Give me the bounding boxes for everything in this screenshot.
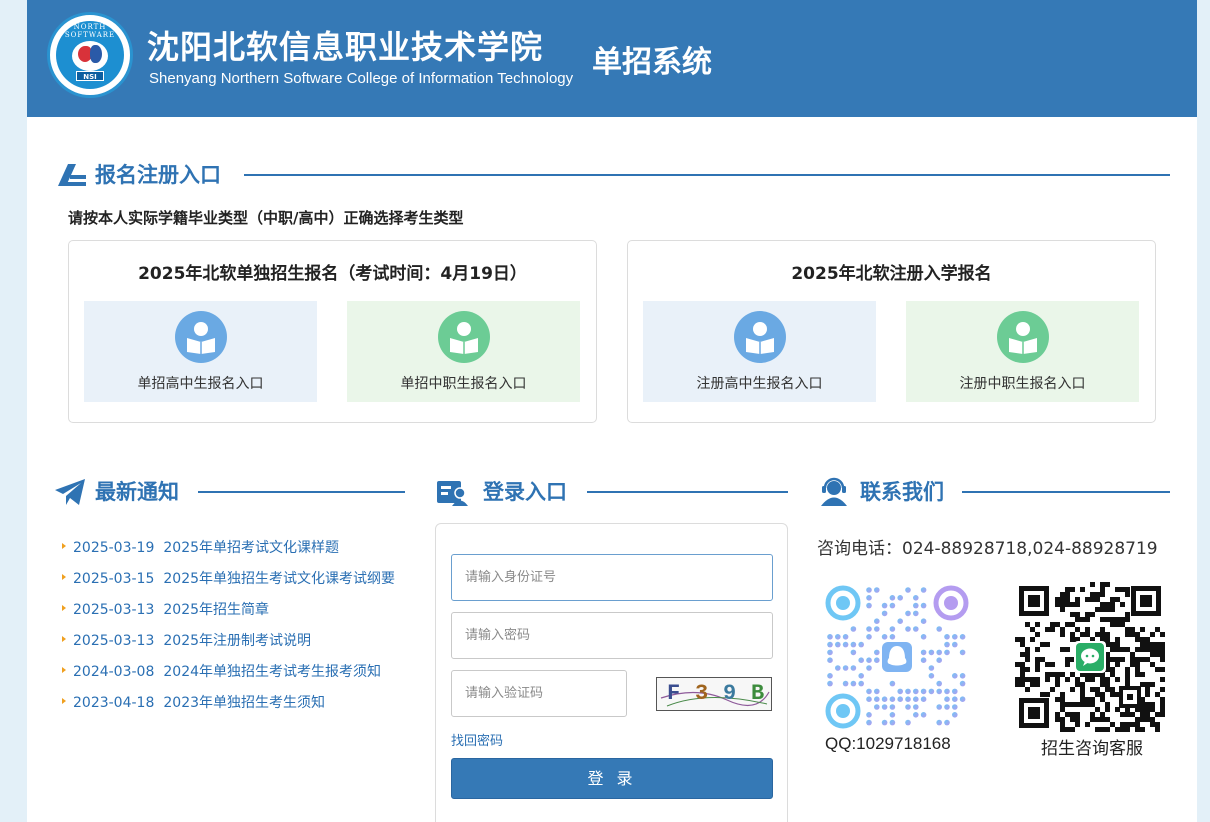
wechat-qr-code (1015, 582, 1165, 732)
registration-vocational-entry[interactable]: 注册中职生报名入口 (906, 301, 1139, 402)
register-box-title: 2025年北软单独招生报名（考试时间：4月19日） (138, 264, 527, 284)
wechat-service-label: 招生咨询客服 (1041, 739, 1143, 759)
college-name-en: Shenyang Northern Software College of In… (149, 70, 574, 87)
qq-qr-code (822, 582, 972, 732)
news-date: 2023-04-18 (73, 695, 155, 711)
login-section-heading: 登录入口 (436, 477, 788, 507)
entry-label: 单招中职生报名入口 (400, 376, 527, 392)
logo-ring-text: NORTH SOFTWARE (64, 23, 116, 39)
news-title: 2025年注册制考试说明 (163, 633, 312, 649)
captcha-image[interactable]: F 3 9 B (656, 677, 772, 711)
register-hint: 请按本人实际学籍毕业类型（中职/高中）正确选择考生类型 (68, 209, 464, 227)
entry-label: 注册中职生报名入口 (959, 376, 1086, 392)
heading-divider (962, 491, 1170, 493)
pen-icon (58, 164, 86, 186)
news-title: 2023年单独招生考生须知 (163, 695, 326, 711)
contact-heading-text: 联系我们 (860, 480, 944, 504)
login-button[interactable]: 登 录 (451, 758, 773, 799)
heading-divider (244, 174, 1170, 176)
news-item[interactable]: 2024-03-08 2024年单独招生考试考生报考须知 (61, 663, 411, 694)
heading-divider (198, 491, 405, 493)
qq-number: QQ:1029718168 (825, 734, 951, 753)
register-heading-text: 报名注册入口 (95, 163, 221, 187)
college-name-cn: 沈阳北软信息职业技术学院 (147, 28, 544, 66)
captcha-input[interactable] (451, 670, 627, 717)
id-number-input[interactable] (451, 554, 773, 601)
captcha-char: 3 (695, 681, 709, 706)
student-reading-icon (734, 311, 786, 363)
registration-highschool-entry[interactable]: 注册高中生报名入口 (643, 301, 876, 402)
contact-section-heading: 联系我们 (818, 477, 1170, 507)
register-section-heading: 报名注册入口 (54, 160, 1170, 190)
single-exam-vocational-entry[interactable]: 单招中职生报名入口 (347, 301, 580, 402)
news-heading-text: 最新通知 (95, 480, 179, 504)
news-item[interactable]: 2025-03-13 2025年招生简章 (61, 601, 411, 632)
single-exam-register-box: 2025年北软单独招生报名（考试时间：4月19日） 单招高中生报名入口 单招中职… (68, 240, 597, 423)
news-item[interactable]: 2023-04-18 2023年单独招生考生须知 (61, 694, 411, 725)
student-reading-icon (175, 311, 227, 363)
registration-enrollment-box: 2025年北软注册入学报名 注册高中生报名入口 注册中职生报名入口 (627, 240, 1156, 423)
news-date: 2024-03-08 (73, 664, 155, 680)
student-reading-icon (438, 311, 490, 363)
login-form: F 3 9 B 找回密码 登 录 (435, 523, 788, 822)
single-exam-highschool-entry[interactable]: 单招高中生报名入口 (84, 301, 317, 402)
student-reading-icon (997, 311, 1049, 363)
id-card-icon (437, 481, 468, 506)
news-list: 2025-03-19 2025年单招考试文化课样题 2025-03-15 2025年… (61, 539, 411, 725)
logo-globe-icon (72, 41, 108, 71)
news-section-heading: 最新通知 (54, 477, 405, 507)
phone-number: 咨询电话：024-88928718,024-88928719 (817, 539, 1158, 559)
entry-label: 注册高中生报名入口 (696, 376, 823, 392)
heading-divider (587, 491, 788, 493)
captcha-char: 9 (723, 681, 737, 706)
login-heading-text: 登录入口 (483, 480, 567, 504)
news-date: 2025-03-19 (73, 540, 155, 556)
news-item[interactable]: 2025-03-13 2025年注册制考试说明 (61, 632, 411, 663)
news-title: 2024年单独招生考试考生报考须知 (163, 664, 382, 680)
news-title: 2025年单独招生考试文化课考试纲要 (163, 571, 396, 587)
forgot-password-link[interactable]: 找回密码 (451, 730, 503, 749)
news-item[interactable]: 2025-03-19 2025年单招考试文化课样题 (61, 539, 411, 570)
college-logo: NORTH SOFTWARE NSI (47, 12, 133, 98)
page-container: NORTH SOFTWARE NSI 沈阳北软信息职业技术学院 Shenyang… (27, 0, 1197, 822)
news-date: 2025-03-13 (73, 633, 155, 649)
paper-plane-icon (55, 479, 85, 505)
news-item[interactable]: 2025-03-15 2025年单独招生考试文化课考试纲要 (61, 570, 411, 601)
news-date: 2025-03-13 (73, 602, 155, 618)
captcha-char: B (751, 681, 765, 706)
news-title: 2025年招生简章 (163, 602, 270, 618)
news-date: 2025-03-15 (73, 571, 155, 587)
entry-label: 单招高中生报名入口 (137, 376, 264, 392)
site-header: NORTH SOFTWARE NSI 沈阳北软信息职业技术学院 Shenyang… (27, 0, 1197, 117)
register-box-title: 2025年北软注册入学报名 (791, 264, 992, 284)
password-input[interactable] (451, 612, 773, 659)
logo-badge: NSI (76, 71, 104, 81)
captcha-char: F (667, 681, 681, 706)
news-title: 2025年单招考试文化课样题 (163, 540, 340, 556)
customer-service-icon (821, 477, 847, 506)
system-name: 单招系统 (592, 45, 712, 80)
